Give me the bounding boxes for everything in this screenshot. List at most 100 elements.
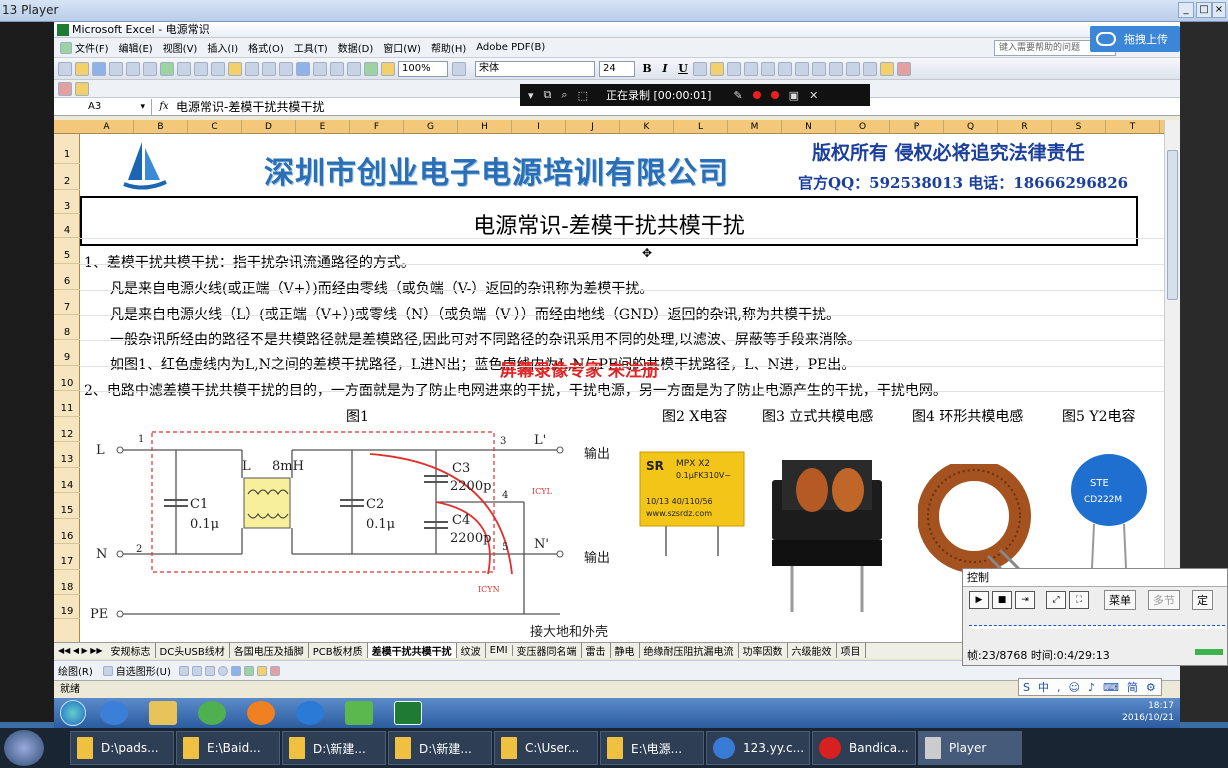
zoom-select[interactable]: 100% xyxy=(398,60,448,77)
sheet-tab[interactable]: 雷击 xyxy=(582,643,611,658)
align-left-icon[interactable] xyxy=(693,61,707,76)
sort-desc-icon[interactable] xyxy=(347,61,361,76)
vertical-scrollbar[interactable] xyxy=(1164,120,1180,642)
column-header[interactable]: B xyxy=(134,120,188,133)
windows-start-icon[interactable] xyxy=(60,700,86,726)
row-header[interactable]: 9 xyxy=(54,340,80,366)
menu-edit[interactable]: 编辑(E) xyxy=(119,40,153,55)
column-header[interactable]: F xyxy=(350,120,404,133)
media-player-icon[interactable] xyxy=(247,701,275,725)
arrow-icon[interactable] xyxy=(191,665,202,676)
cut-icon[interactable] xyxy=(194,61,208,76)
row-header[interactable]: 11 xyxy=(54,391,80,417)
tab-nav-icon[interactable]: ◀◀ ◀ ▶ ▶▶ xyxy=(58,646,103,655)
task-power[interactable]: E:\电源... xyxy=(600,731,704,765)
column-header[interactable]: C xyxy=(188,120,242,133)
ime-mic-icon[interactable]: ♪ xyxy=(1088,681,1095,694)
host-start-icon[interactable] xyxy=(4,730,44,766)
row-header[interactable]: 4 xyxy=(54,214,80,238)
underline-button[interactable]: U xyxy=(675,62,691,75)
pdf-email-icon[interactable] xyxy=(75,81,89,96)
open-icon[interactable] xyxy=(75,61,89,76)
ie-icon[interactable] xyxy=(100,701,128,725)
playback-progress[interactable] xyxy=(969,625,1225,629)
column-header[interactable]: T xyxy=(1106,120,1160,133)
pdf-convert-icon[interactable] xyxy=(58,81,72,96)
column-header[interactable]: A xyxy=(80,120,134,133)
sheet-tab[interactable]: 安规标志 xyxy=(107,643,156,658)
line-icon[interactable] xyxy=(178,665,189,676)
row-header[interactable]: 2 xyxy=(54,164,80,190)
camera-icon[interactable]: ▣ xyxy=(789,89,799,102)
bold-button[interactable]: B xyxy=(639,62,655,75)
scroll-thumb[interactable] xyxy=(1167,150,1178,300)
sheet-tab[interactable]: EMI xyxy=(486,645,513,656)
new-icon[interactable] xyxy=(58,61,72,76)
ime-chinese-mode[interactable]: 中 xyxy=(1038,679,1049,695)
menu-tools[interactable]: 工具(T) xyxy=(294,40,328,55)
chart-wizard-icon[interactable] xyxy=(364,61,378,76)
menu-insert[interactable]: 插入(I) xyxy=(207,40,238,55)
task-new-2[interactable]: D:\新建... xyxy=(388,731,492,765)
menu-help[interactable]: 帮助(H) xyxy=(431,40,466,55)
column-header[interactable]: L xyxy=(674,120,728,133)
row-header[interactable]: 1 xyxy=(54,134,80,164)
row-header[interactable]: 19 xyxy=(54,595,80,619)
increase-decimal-icon[interactable] xyxy=(812,61,826,76)
column-header[interactable]: M xyxy=(728,120,782,133)
column-header[interactable]: Q xyxy=(944,120,998,133)
sheet-tab[interactable]: DC头USB线材 xyxy=(156,643,230,658)
ime-keyboard-icon[interactable]: ⌨ xyxy=(1103,681,1119,694)
menu-data[interactable]: 数据(D) xyxy=(338,40,374,55)
column-header[interactable]: N xyxy=(782,120,836,133)
redo-icon[interactable] xyxy=(279,61,293,76)
formula-input[interactable]: 电源常识-差模干扰共模干扰 xyxy=(176,98,324,115)
copy-icon[interactable] xyxy=(211,61,225,76)
system-clock[interactable]: 18:17 2016/10/21 xyxy=(1122,700,1174,724)
line-color-icon[interactable] xyxy=(269,665,280,676)
row-header[interactable]: 3 xyxy=(54,190,80,214)
menu-window[interactable]: 窗口(W) xyxy=(383,40,421,55)
row-header[interactable]: 6 xyxy=(54,264,80,290)
row-header[interactable]: 12 xyxy=(54,417,80,442)
sheet-tab[interactable]: 静电 xyxy=(611,643,640,658)
region-icon[interactable]: ⬚ xyxy=(578,89,588,102)
column-header[interactable]: E xyxy=(296,120,350,133)
record-icon[interactable] xyxy=(752,91,761,99)
close-button[interactable]: × xyxy=(1212,2,1226,18)
column-header[interactable]: I xyxy=(512,120,566,133)
volume-slider[interactable] xyxy=(1195,649,1223,655)
task-baidu[interactable]: E:\Baid... xyxy=(176,731,280,765)
autoshape-menu[interactable]: 自选图形(U) xyxy=(116,663,171,678)
rectangle-icon[interactable] xyxy=(204,665,215,676)
k-app-icon[interactable] xyxy=(296,701,324,725)
window-icon[interactable]: ⧉ xyxy=(544,88,552,102)
excel-task-icon[interactable] xyxy=(394,701,422,725)
fullscreen-icon[interactable]: ⛶ xyxy=(1069,591,1089,609)
comma-icon[interactable] xyxy=(795,61,809,76)
print-icon[interactable] xyxy=(126,61,140,76)
minimize-button[interactable]: _ xyxy=(1178,2,1194,18)
spelling-icon[interactable] xyxy=(160,61,174,76)
maximize-button[interactable]: □ xyxy=(1196,2,1212,18)
dropdown-icon[interactable]: ▾ xyxy=(528,89,534,102)
select-arrow-icon[interactable] xyxy=(102,665,113,676)
multi-section-button[interactable]: 多节 xyxy=(1148,590,1180,610)
ime-settings-icon[interactable]: ⚙ xyxy=(1146,681,1156,694)
next-frame-icon[interactable]: ⇥ xyxy=(1015,591,1035,609)
oval-icon[interactable] xyxy=(217,665,228,676)
font-color-icon[interactable] xyxy=(897,61,911,76)
fill-color-icon[interactable] xyxy=(880,61,894,76)
row-header[interactable]: 14 xyxy=(54,468,80,493)
fit-window-icon[interactable]: ⤢ xyxy=(1046,591,1066,609)
column-header[interactable]: H xyxy=(458,120,512,133)
column-header[interactable]: S xyxy=(1052,120,1106,133)
worksheet-grid[interactable]: ABCDEFGHIJKLMNOPQRST 1 2 3 4 5 6 7 8 9 10 11 12 13 14… xyxy=(54,120,1180,642)
textbox-icon[interactable] xyxy=(230,665,241,676)
row-header[interactable]: 13 xyxy=(54,442,80,468)
fill-bucket-icon[interactable] xyxy=(256,665,267,676)
task-yy[interactable]: 123.yy.c... xyxy=(706,731,810,765)
row-header[interactable]: 18 xyxy=(54,570,80,595)
hyperlink-icon[interactable] xyxy=(296,61,310,76)
stop-record-icon[interactable] xyxy=(770,91,779,99)
